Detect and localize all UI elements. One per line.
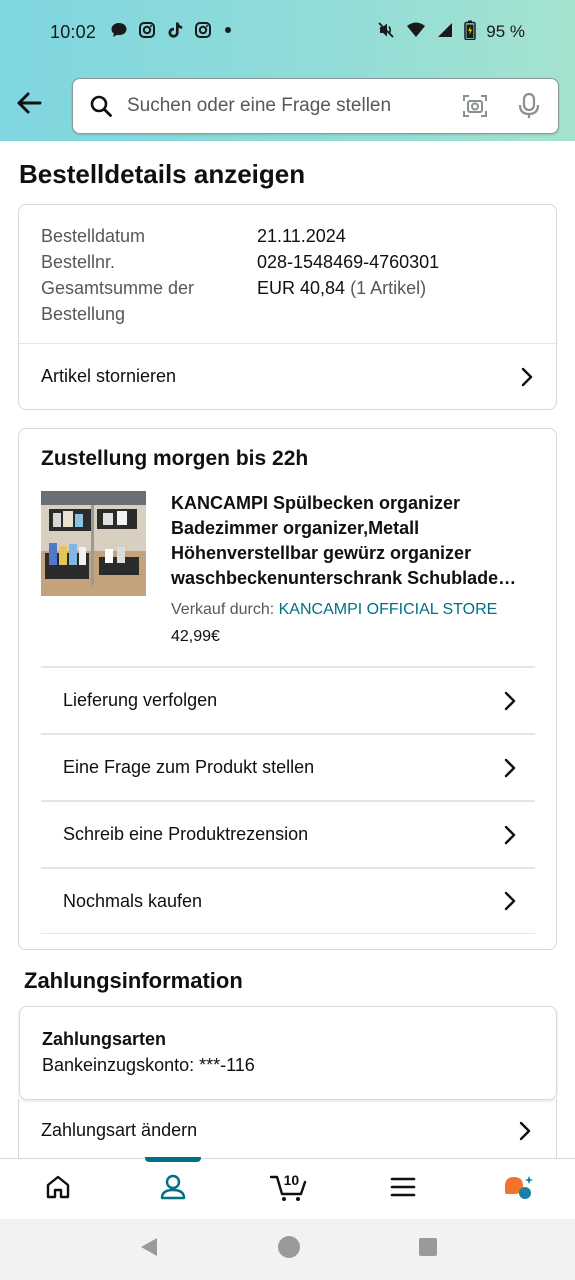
ask-product-question-button[interactable]: Eine Frage zum Produkt stellen: [41, 733, 535, 800]
battery-percent: 95 %: [486, 22, 525, 41]
chevron-right-icon: [501, 757, 519, 779]
delivery-title: Zustellung morgen bis 22h: [41, 447, 309, 470]
battery-icon: [464, 20, 476, 45]
payment-method-card: Zahlungsarten Bankeinzugskonto: ***-116: [19, 1006, 557, 1100]
chat-bubble-icon: [110, 21, 128, 44]
order-date-label: Bestelldatum: [41, 226, 146, 246]
bottom-nav: 10: [0, 1157, 575, 1219]
order-date-row: Bestelldatum 21.11.2024: [41, 223, 439, 249]
mute-icon: [376, 20, 396, 45]
order-number-value: 028-1548469-4760301: [257, 252, 440, 272]
instagram-icon: [194, 21, 212, 44]
nav-menu[interactable]: [345, 1159, 460, 1219]
delivery-card: Zustellung morgen bis 22h KANCAMPI Spülb…: [18, 428, 557, 950]
action-label: Eine Frage zum Produkt stellen: [63, 757, 315, 777]
camera-search-icon[interactable]: [460, 91, 490, 121]
page-title: Bestelldetails anzeigen: [19, 159, 306, 189]
action-label: Lieferung verfolgen: [63, 690, 218, 710]
write-review-button[interactable]: Schreib eine Produktrezension: [41, 800, 535, 867]
order-item-count: (1 Artikel): [350, 278, 427, 298]
order-total-row: Gesamtsumme der Bestellung EUR 40,84 (1 …: [41, 275, 439, 327]
account-icon: [158, 1172, 188, 1207]
wifi-icon: [406, 21, 426, 44]
search-header: [0, 64, 575, 141]
active-tab-indicator: [144, 1157, 201, 1162]
home-icon: [44, 1173, 72, 1206]
product-image[interactable]: [41, 491, 146, 596]
nav-rufus-assistant[interactable]: [460, 1159, 575, 1219]
action-label: Nochmals kaufen: [63, 890, 203, 911]
instagram-icon: [138, 21, 156, 44]
signal-icon: [436, 21, 454, 44]
chevron-right-icon: [516, 1120, 534, 1142]
payment-type-label: Zahlungsarten: [42, 1029, 167, 1049]
action-label: Schreib eine Produktrezension: [63, 824, 309, 844]
order-date-value: 21.11.2024: [257, 226, 346, 246]
order-total-label: Gesamtsumme der Bestellung: [41, 275, 257, 327]
seller-prefix: Verkauf durch:: [171, 601, 275, 618]
tiktok-icon: [166, 21, 184, 44]
buy-again-button[interactable]: Nochmals kaufen: [41, 867, 535, 934]
android-nav-bar: [0, 1219, 575, 1280]
search-bar[interactable]: [72, 78, 559, 134]
cancel-items-row[interactable]: Artikel stornieren: [19, 343, 558, 409]
android-back-icon[interactable]: [137, 1235, 161, 1264]
seller-info: Verkauf durch: KANCAMPI OFFICIAL STORE: [171, 601, 497, 619]
item-action-list: Lieferung verfolgen Eine Frage zum Produ…: [41, 666, 535, 934]
system-status: 95 %: [376, 20, 525, 45]
change-payment-row[interactable]: Zahlungsart ändern: [18, 1099, 557, 1158]
chevron-right-icon: [501, 890, 519, 912]
status-time: 10:02: [50, 21, 97, 42]
order-details-content: Bestelldetails anzeigen Bestelldatum 21.…: [0, 141, 575, 1158]
hamburger-menu-icon: [389, 1175, 417, 1204]
product-price: 42,99€: [171, 628, 220, 645]
payment-type-value: Bankeinzugskonto: ***-116: [42, 1055, 255, 1075]
order-info: Bestelldatum 21.11.2024 Bestellnr. 028-1…: [41, 223, 439, 327]
search-input[interactable]: [127, 95, 454, 117]
cart-count-badge: 10: [283, 1172, 300, 1188]
order-summary-card: Bestelldatum 21.11.2024 Bestellnr. 028-1…: [18, 204, 558, 410]
payment-heading: Zahlungsinformation: [24, 968, 243, 993]
order-number-label: Bestellnr.: [41, 252, 116, 272]
android-recents-icon[interactable]: [417, 1236, 439, 1263]
chevron-right-icon: [501, 824, 519, 846]
order-total-value: EUR 40,84 (1 Artikel): [257, 275, 426, 327]
microphone-icon[interactable]: [514, 91, 544, 121]
status-bar: 10:02 95 %: [0, 0, 575, 64]
change-payment-label: Zahlungsart ändern: [41, 1120, 198, 1140]
nav-home[interactable]: [0, 1159, 115, 1219]
cancel-items-label: Artikel stornieren: [41, 366, 177, 386]
track-delivery-button[interactable]: Lieferung verfolgen: [41, 666, 535, 733]
search-icon: [87, 92, 115, 120]
seller-store-link[interactable]: KANCAMPI OFFICIAL STORE: [279, 601, 498, 618]
rufus-assistant-icon: [501, 1172, 535, 1207]
order-total-amount: EUR 40,84: [257, 278, 346, 298]
order-total-label-line1: Gesamtsumme der: [41, 278, 195, 298]
nav-account[interactable]: [115, 1157, 230, 1219]
android-home-icon[interactable]: [276, 1234, 302, 1265]
order-number-row: Bestellnr. 028-1548469-4760301: [41, 249, 439, 275]
chevron-right-icon: [501, 690, 519, 712]
product-title[interactable]: KANCAMPI Spülbecken organizer Badezimmer…: [171, 491, 541, 591]
chevron-right-icon: [518, 366, 536, 388]
nav-cart[interactable]: 10: [230, 1159, 345, 1219]
notification-icons: [110, 21, 234, 44]
order-total-label-line2: Bestellung: [41, 304, 126, 324]
back-arrow-icon[interactable]: [12, 86, 46, 120]
more-notifications-dot-icon: [222, 21, 234, 44]
